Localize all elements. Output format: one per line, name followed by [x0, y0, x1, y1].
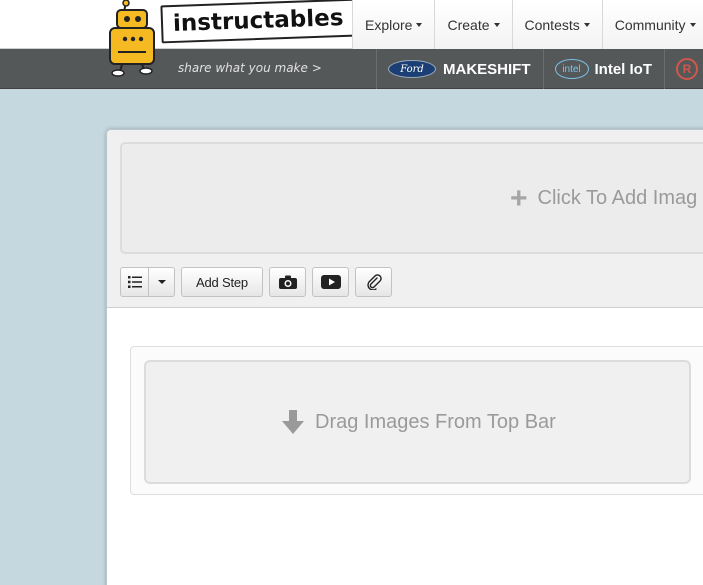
editor-toolbar: Add Step: [120, 267, 398, 297]
site-logo-text[interactable]: instructables: [160, 0, 357, 44]
intel-logo-icon: intel: [554, 59, 589, 79]
chevron-down-icon: [157, 280, 166, 284]
nav-explore-label: Explore: [365, 16, 413, 33]
main-nav: Explore Create Contests Community: [352, 0, 703, 49]
r-logo-icon: R: [676, 58, 698, 80]
step-list-dropdown-button[interactable]: [149, 267, 175, 297]
nav-create[interactable]: Create: [434, 0, 512, 49]
sponsor-makeshift-label: MAKESHIFT: [443, 60, 531, 78]
sponsor-makeshift[interactable]: Ford MAKESHIFT: [376, 49, 543, 89]
chevron-down-icon: [493, 22, 500, 27]
chevron-down-icon: [416, 22, 423, 27]
camera-icon: [278, 275, 297, 289]
sponsor-links: Ford MAKESHIFT intel Intel IoT R Ra: [376, 49, 703, 89]
video-play-icon: [320, 275, 341, 289]
chevron-down-icon: [689, 22, 696, 27]
drop-label: Drag Images From Top Bar: [315, 410, 556, 433]
step-container: Drag Images From Top Bar: [130, 346, 703, 495]
nav-community[interactable]: Community: [601, 0, 703, 49]
tagline: share what you make >: [178, 61, 322, 75]
arrow-down-icon: [282, 410, 304, 434]
add-step-button[interactable]: Add Step: [181, 267, 263, 297]
nav-explore[interactable]: Explore: [352, 0, 435, 49]
sponsor-intel-iot-label: Intel IoT: [594, 60, 653, 78]
drop-prompt: Drag Images From Top Bar: [282, 410, 556, 434]
add-photo-button[interactable]: [269, 267, 306, 297]
add-video-button[interactable]: [312, 267, 349, 297]
add-image-label: Click To Add Imag: [537, 187, 698, 209]
image-bar: + Click To Add Imag Add Step: [107, 130, 703, 308]
editor-panel: + Click To Add Imag Add Step Drag Images…: [106, 129, 703, 585]
step-list-button[interactable]: [120, 267, 149, 297]
ford-logo-icon: Ford: [388, 60, 436, 78]
sponsor-ra[interactable]: R Ra: [664, 49, 703, 89]
attach-file-button[interactable]: [355, 267, 392, 297]
robot-mascot-icon[interactable]: [104, 0, 166, 78]
nav-community-label: Community: [614, 16, 686, 33]
add-image-area[interactable]: + Click To Add Imag: [120, 142, 703, 254]
paperclip-icon: [366, 274, 382, 290]
nav-contests[interactable]: Contests: [511, 0, 602, 49]
add-image-prompt: + Click To Add Imag: [510, 181, 698, 215]
sponsor-intel-iot[interactable]: intel Intel IoT: [542, 49, 665, 89]
nav-create-label: Create: [447, 16, 490, 33]
list-icon: [127, 276, 142, 288]
chevron-down-icon: [583, 22, 590, 27]
image-drop-zone[interactable]: Drag Images From Top Bar: [144, 360, 691, 484]
plus-icon: +: [510, 181, 528, 215]
nav-contests-label: Contests: [524, 16, 580, 33]
